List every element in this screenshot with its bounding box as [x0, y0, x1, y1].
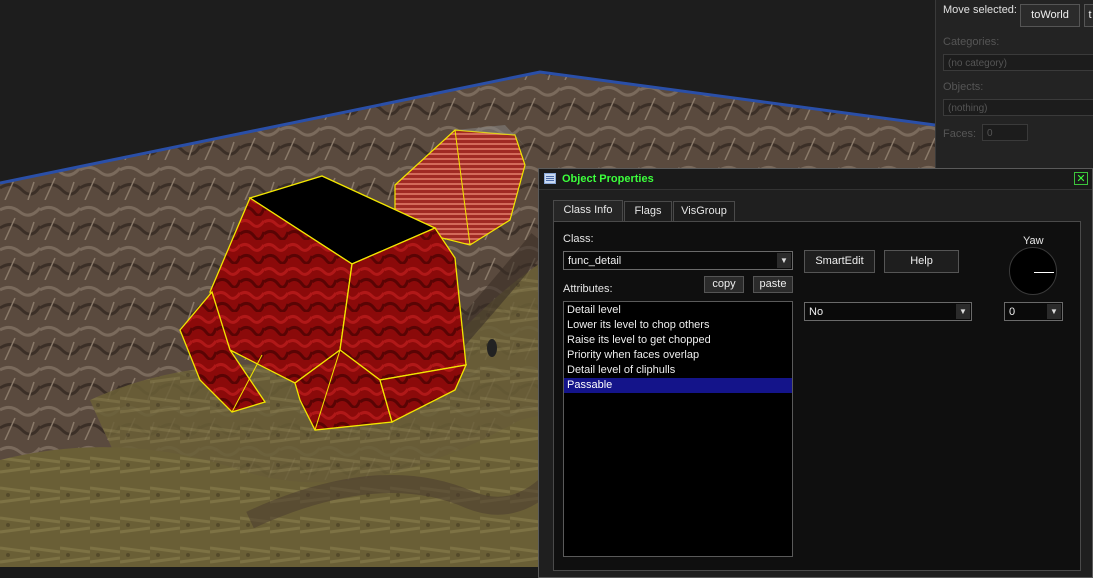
categories-combo[interactable]: (no category)	[943, 54, 1093, 71]
list-item[interactable]: Detail level	[564, 303, 792, 318]
side-panel: Move selected: toWorld t Categories: (no…	[935, 0, 1093, 168]
list-item-selected[interactable]: Passable	[564, 378, 792, 393]
list-item[interactable]: Priority when faces overlap	[564, 348, 792, 363]
class-combo-value: func_detail	[568, 255, 622, 267]
tab-class-info[interactable]: Class Info	[553, 200, 623, 222]
to-world-button[interactable]: toWorld	[1020, 4, 1080, 27]
class-combo[interactable]: func_detail ▼	[563, 251, 793, 270]
faces-spinner[interactable]: 0	[982, 124, 1028, 141]
dropdown-arrow-icon: ▼	[777, 253, 791, 268]
next-button[interactable]: t	[1084, 4, 1093, 27]
smartedit-button[interactable]: SmartEdit	[804, 250, 875, 273]
help-button[interactable]: Help	[884, 250, 959, 273]
list-item[interactable]: Detail level of cliphulls	[564, 363, 792, 378]
copy-button[interactable]: copy	[704, 276, 744, 293]
value-combo-value: No	[809, 306, 824, 318]
close-icon[interactable]: ✕	[1074, 172, 1088, 185]
tab-visgroup[interactable]: VisGroup	[673, 201, 735, 221]
object-properties-dialog: Object Properties ✕ Class Info Flags Vis…	[538, 168, 1093, 578]
tab-flags[interactable]: Flags	[624, 201, 672, 221]
dropdown-arrow-icon: ▼	[956, 304, 970, 319]
dialog-titlebar[interactable]: Object Properties ✕	[539, 169, 1092, 190]
yaw-needle	[1034, 272, 1054, 273]
objects-label: Objects:	[943, 81, 984, 93]
dialog-title: Object Properties	[562, 173, 654, 185]
list-item[interactable]: Lower its level to chop others	[564, 318, 792, 333]
categories-label: Categories:	[943, 36, 1000, 48]
attributes-list[interactable]: Detail level Lower its level to chop oth…	[563, 301, 793, 557]
value-combo-2[interactable]: 0 ▼	[1004, 302, 1063, 321]
objects-combo[interactable]: (nothing)	[943, 99, 1093, 116]
dropdown-arrow-icon: ▼	[1047, 304, 1061, 319]
yaw-label: Yaw	[1023, 235, 1044, 247]
paste-button[interactable]: paste	[753, 276, 793, 293]
value-combo[interactable]: No ▼	[804, 302, 972, 321]
move-selected-label: Move selected:	[943, 4, 1017, 16]
value-combo-2-value: 0	[1009, 306, 1016, 318]
class-label: Class:	[563, 233, 594, 245]
faces-label: Faces:	[943, 128, 977, 140]
attributes-label: Attributes:	[563, 283, 613, 295]
dialog-app-icon	[544, 173, 556, 184]
yaw-dial[interactable]	[1009, 247, 1057, 295]
list-item[interactable]: Raise its level to get chopped	[564, 333, 792, 348]
